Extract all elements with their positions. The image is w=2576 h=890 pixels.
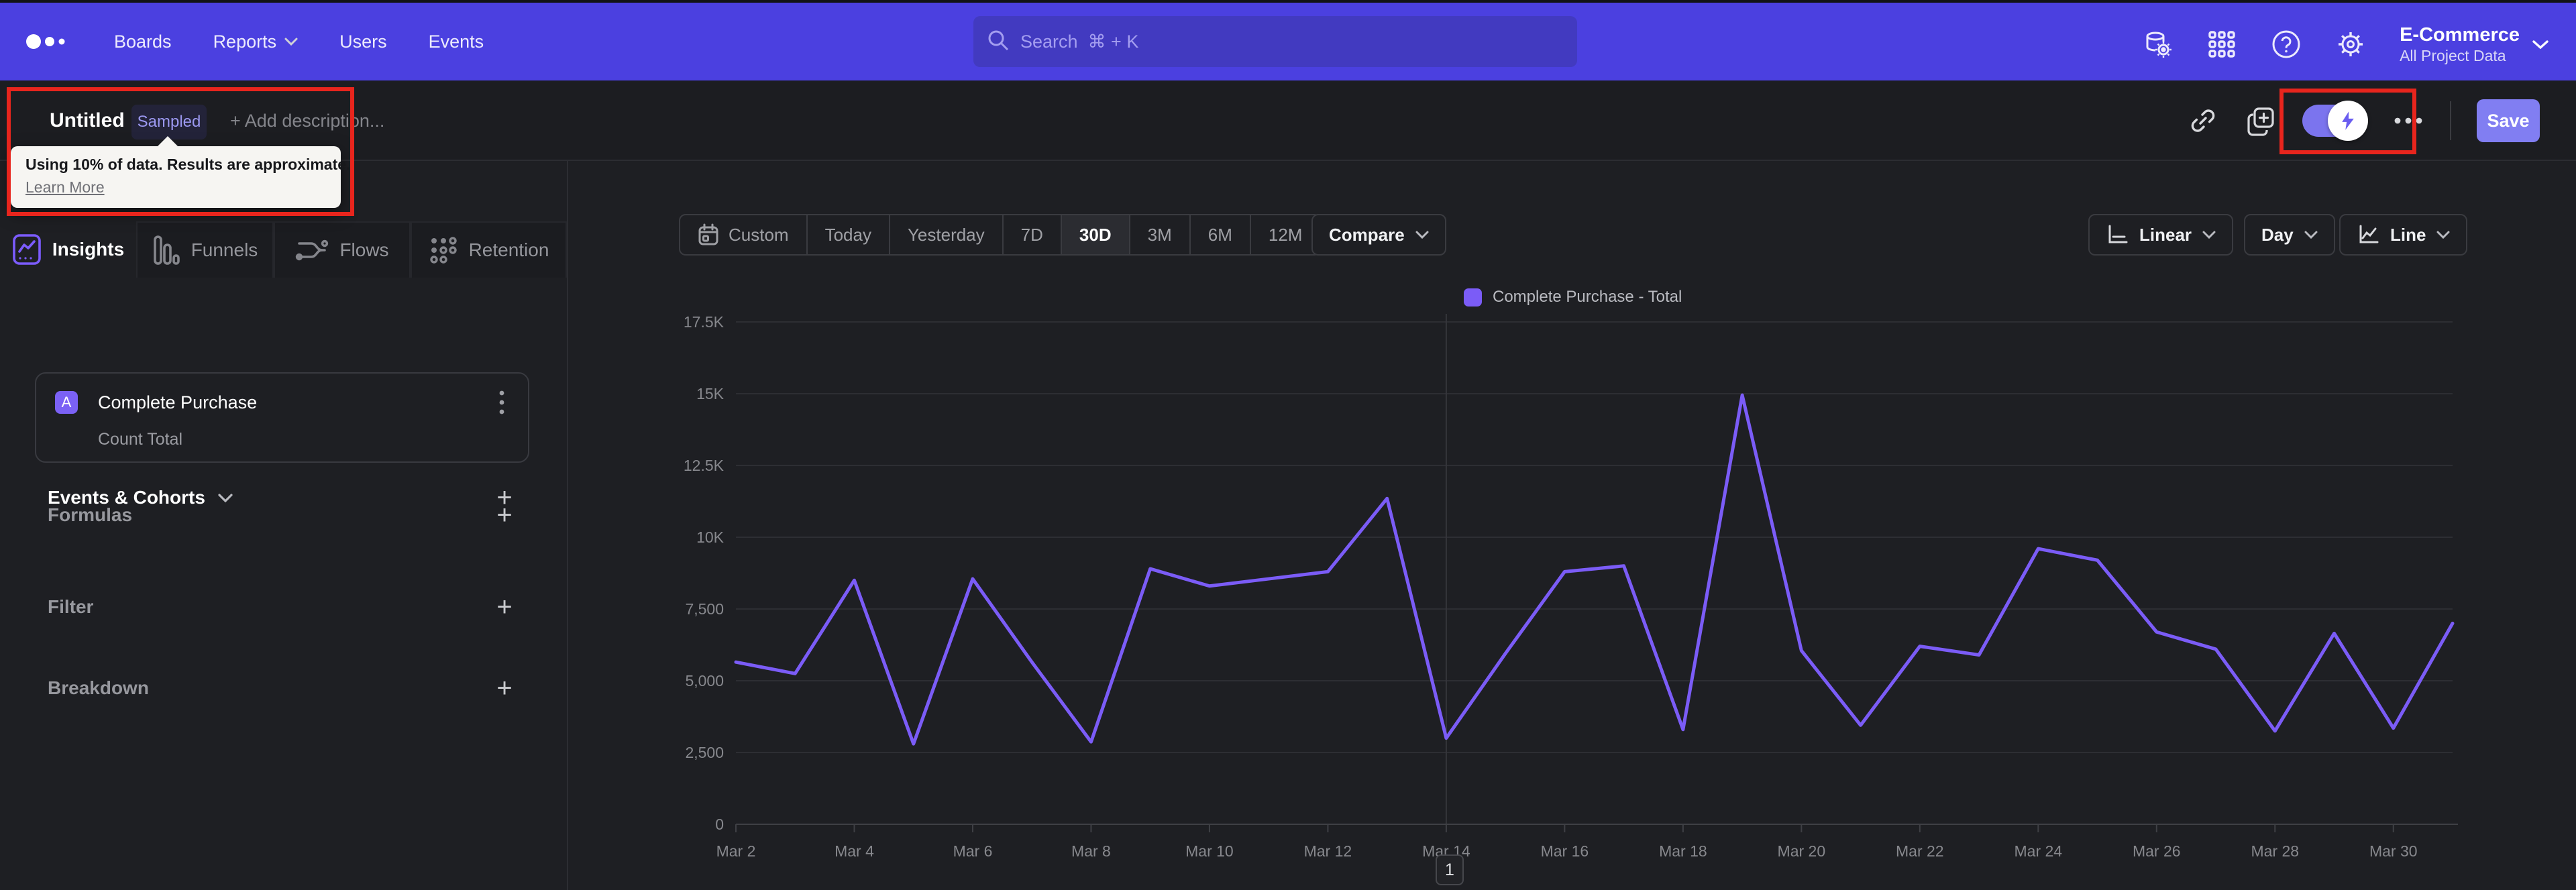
top-nav: Boards Reports Users Events E-Commerce All …: [0, 3, 2576, 80]
y-tick-label: 5,000: [685, 672, 724, 689]
copy-link-icon[interactable]: [2187, 105, 2219, 137]
x-tick-label: Mar 6: [953, 842, 993, 860]
x-tick-label: Mar 12: [1304, 842, 1352, 860]
nav-item-label: Users: [339, 31, 387, 52]
more-options-icon[interactable]: [2392, 105, 2424, 137]
add-formulas-button[interactable]: +: [490, 502, 519, 529]
nav-item-label: Boards: [114, 31, 172, 52]
y-tick-label: 10K: [696, 529, 724, 546]
funnels-icon: [152, 234, 180, 266]
nav-item-events[interactable]: Events: [429, 32, 484, 52]
learn-more-link[interactable]: Learn More: [25, 178, 105, 197]
add-breakdown-button[interactable]: +: [490, 675, 519, 702]
tab-label: Flows: [339, 239, 389, 260]
nav-menu: Boards Reports Users Events: [72, 32, 484, 52]
y-tick-label: 12.5K: [684, 457, 724, 474]
tooltip-text: Using 10% of data. Results are approxima…: [25, 156, 351, 173]
sampling-tooltip: Using 10% of data. Results are approxima…: [11, 136, 351, 208]
section-label: Breakdown: [48, 677, 149, 698]
event-measurement[interactable]: Count Total: [98, 430, 182, 449]
series-line-complete-purchase-total[interactable]: [734, 393, 2455, 746]
tab-label: Funnels: [191, 239, 258, 260]
add-to-board-icon[interactable]: [2245, 105, 2277, 137]
retention-icon: [429, 235, 458, 265]
project-switcher[interactable]: E-Commerce All Project Data: [2400, 23, 2549, 65]
nav-item-users[interactable]: Users: [339, 32, 387, 52]
nav-item-label: Events: [428, 31, 484, 52]
x-tick-label: Mar 2: [716, 842, 756, 860]
tab-funnels[interactable]: Funnels: [136, 221, 274, 278]
x-tick-label: Mar 28: [2251, 842, 2299, 860]
x-tick-label: Mar 8: [1071, 842, 1111, 860]
x-tick-label: Mar 30: [2369, 842, 2418, 860]
section-label: Formulas: [48, 504, 133, 525]
apps-grid-icon[interactable]: [2206, 29, 2237, 60]
tab-flows[interactable]: Flows: [274, 221, 411, 278]
search-icon: [987, 29, 1010, 55]
help-icon[interactable]: [2271, 29, 2302, 60]
nav-item-reports[interactable]: Reports: [213, 32, 299, 52]
tab-insights[interactable]: Insights: [0, 221, 136, 278]
mixpanel-logo-icon[interactable]: [25, 32, 72, 51]
x-tick-label: Mar 10: [1185, 842, 1234, 860]
y-tick-label: 0: [715, 816, 724, 833]
y-tick-label: 15K: [696, 385, 724, 402]
search-input[interactable]: [1020, 31, 1564, 52]
toggle-knob: [2328, 101, 2368, 141]
x-tick-label: Mar 20: [1778, 842, 1826, 860]
x-tick-label: Mar 18: [1659, 842, 1707, 860]
nav-right-cluster: E-Commerce All Project Data: [2142, 5, 2549, 83]
report-tabs: Insights Funnels Flows Retention: [0, 221, 567, 278]
y-tick-label: 2,500: [685, 744, 724, 761]
sampled-badge[interactable]: Sampled: [131, 105, 207, 140]
x-tick-label: Mar 16: [1541, 842, 1589, 860]
flows-icon: [295, 235, 329, 265]
kebab-menu-icon[interactable]: [498, 390, 505, 419]
section-filter: Filter +: [48, 594, 519, 620]
x-tick-label: Mar 26: [2133, 842, 2181, 860]
y-tick-label: 17.5K: [684, 313, 724, 331]
tab-label: Retention: [468, 239, 549, 260]
tooltip-arrow: [157, 136, 178, 147]
event-card[interactable]: A Complete Purchase Count Total: [35, 372, 529, 463]
header-divider: [2450, 101, 2451, 140]
query-builder-sidebar: Insights Funnels Flows Retention Events & C…: [0, 161, 567, 890]
x-tick-label: Mar 4: [835, 842, 874, 860]
event-name: Complete Purchase: [98, 392, 258, 412]
lightning-bolt-icon: [2342, 111, 2354, 130]
insights-icon: [12, 233, 42, 266]
sampling-toggle[interactable]: [2302, 101, 2368, 141]
save-button[interactable]: Save: [2477, 99, 2540, 142]
x-tick-label: Mar 22: [1896, 842, 1944, 860]
tab-retention[interactable]: Retention: [411, 221, 567, 278]
chevron-down-icon: [284, 38, 298, 46]
data-management-icon[interactable]: [2142, 29, 2173, 60]
section-formulas: Formulas +: [48, 502, 519, 529]
section-breakdown: Breakdown +: [48, 675, 519, 702]
nav-item-boards[interactable]: Boards: [114, 32, 172, 52]
tab-label: Insights: [52, 239, 125, 260]
chevron-down-icon: [2532, 39, 2549, 50]
y-tick-label: 7,500: [685, 600, 724, 618]
line-chart[interactable]: 0 2,500 5,000 7,500 10K 12.5K 15K 17.5K Mar 2 Mar…: [567, 161, 2576, 890]
project-scope: All Project Data: [2400, 47, 2506, 64]
x-tick-label: Mar 24: [2015, 842, 2063, 860]
header-actions: Save: [2187, 80, 2540, 161]
pagination-page-1[interactable]: 1: [1436, 854, 1464, 885]
event-letter-badge: A: [55, 391, 78, 414]
nav-item-label: Reports: [213, 31, 277, 52]
add-filter-button[interactable]: +: [490, 594, 519, 620]
project-name: E-Commerce: [2400, 24, 2520, 46]
global-search[interactable]: [973, 16, 1577, 67]
settings-gear-icon[interactable]: [2335, 29, 2366, 60]
section-label: Filter: [48, 596, 94, 617]
